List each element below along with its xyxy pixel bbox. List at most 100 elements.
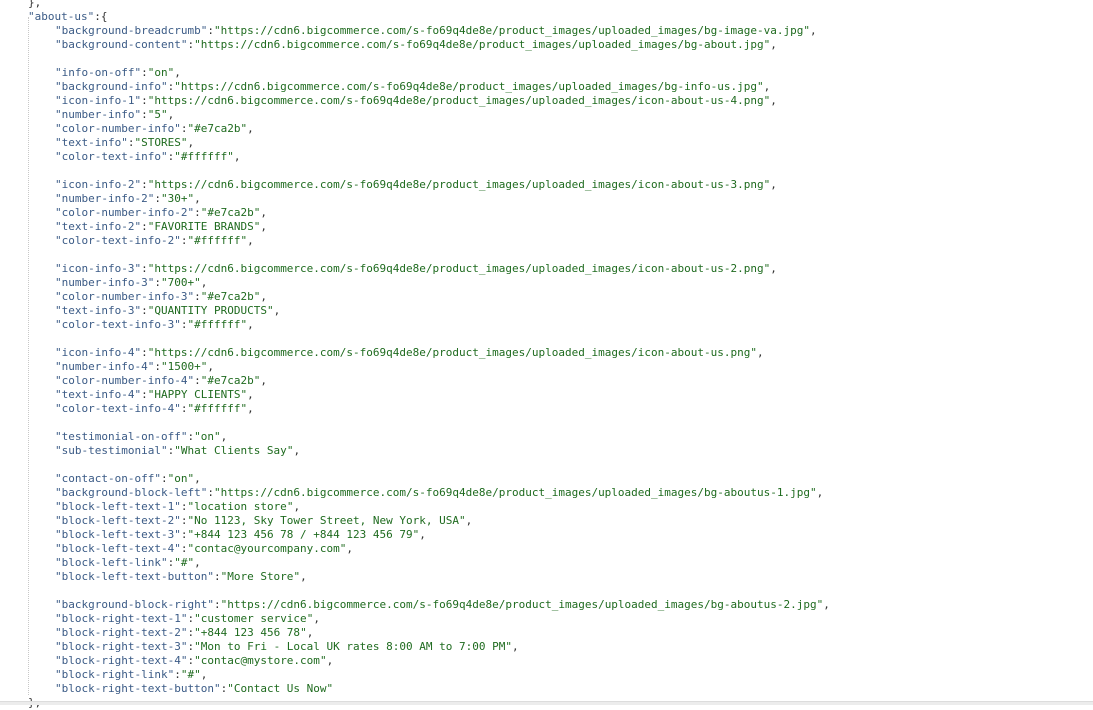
- json-entry-line: "background-block-left":"https://cdn6.bi…: [0, 486, 1093, 500]
- quote: ": [55, 80, 62, 93]
- comma: ,: [823, 598, 830, 611]
- colon: :: [154, 192, 161, 205]
- json-value: #ffffff: [180, 150, 228, 163]
- json-entry-line: "color-text-info-4":"#ffffff",: [0, 402, 1093, 416]
- quote: ": [174, 542, 181, 555]
- quote: ": [55, 122, 62, 135]
- quote: ": [174, 234, 181, 247]
- json-value: on: [200, 430, 214, 443]
- json-key: icon-info-1: [61, 94, 135, 107]
- quote: ": [55, 542, 62, 555]
- json-entry-line: "background-breadcrumb":"https://cdn6.bi…: [0, 24, 1093, 38]
- json-entry-line: "color-text-info":"#ffffff",: [0, 150, 1093, 164]
- json-value: No 1123, Sky Tower Street, New York, USA: [194, 514, 459, 527]
- json-entry-line: "color-text-info-3":"#ffffff",: [0, 318, 1093, 332]
- json-entry-line: "block-right-text-button":"Contact Us No…: [0, 682, 1093, 696]
- quote: ": [459, 514, 466, 527]
- comma: ,: [419, 528, 426, 541]
- json-key: number-info-2: [61, 192, 148, 205]
- json-value: FAVORITE BRANDS: [154, 220, 254, 233]
- json-key: contact-on-off: [61, 472, 155, 485]
- quote: ": [55, 612, 62, 625]
- object-open-line: "about-us":{: [0, 10, 1093, 24]
- colon: :: [213, 598, 221, 611]
- comma: ,: [260, 290, 267, 303]
- comma: ,: [313, 612, 320, 625]
- object-key: "about-us": [28, 10, 95, 23]
- json-entry-line: "block-right-text-2":"+844 123 456 78",: [0, 626, 1093, 640]
- comma: ,: [220, 430, 228, 443]
- colon: :: [194, 374, 201, 387]
- comma: ,: [763, 80, 771, 93]
- quote: ": [55, 556, 62, 569]
- quote: ": [55, 318, 62, 331]
- quote: ": [55, 178, 62, 191]
- json-entry-line: "text-info":"STORES",: [0, 136, 1093, 150]
- json-value: contac@yourcompany.com: [194, 542, 340, 555]
- json-key: background-block-right: [61, 598, 208, 611]
- quote: ": [160, 276, 168, 289]
- json-value: #ffffff: [194, 318, 241, 331]
- json-key: background-breadcrumb: [61, 24, 201, 37]
- quote: ": [194, 640, 201, 653]
- comma: ,: [247, 388, 254, 401]
- quote: ": [803, 24, 810, 37]
- object-key-text: about-us: [34, 10, 88, 23]
- json-key: block-left-link: [61, 556, 161, 569]
- quote: ": [194, 38, 201, 51]
- quote: ": [55, 598, 62, 611]
- json-key: sub-testimonial: [61, 444, 161, 457]
- quote: ": [55, 108, 62, 121]
- json-value: HAPPY CLIENTS: [154, 388, 241, 401]
- json-key: color-text-info-2: [61, 234, 175, 247]
- json-key: color-text-info: [61, 150, 161, 163]
- json-key: color-text-info-4: [61, 402, 175, 415]
- quote: ": [266, 304, 274, 317]
- colon: :: [213, 570, 221, 583]
- json-key: block-right-text-2: [61, 626, 181, 639]
- json-value: https://cdn6.bigcommerce.com/s-fo69q4de8…: [200, 38, 764, 51]
- json-key: block-left-text-2: [61, 514, 175, 527]
- json-key: text-info-2: [61, 220, 135, 233]
- json-entry-line: "sub-testimonial":"What Clients Say",: [0, 444, 1093, 458]
- colon: :: [141, 178, 148, 191]
- colon: :: [141, 346, 148, 359]
- comma: ,: [233, 150, 241, 163]
- quote: ": [194, 668, 201, 681]
- horizontal-scrollbar[interactable]: [0, 701, 1093, 705]
- quote: ": [174, 528, 181, 541]
- colon: :: [141, 220, 148, 233]
- quote: ": [55, 374, 62, 387]
- quote: ": [55, 360, 62, 373]
- json-value: https://cdn6.bigcommerce.com/s-fo69q4de8…: [180, 80, 758, 93]
- punct: :{: [94, 10, 108, 23]
- json-entry-line: "text-info-3":"QUANTITY PRODUCTS",: [0, 304, 1093, 318]
- json-key: text-info-4: [61, 388, 135, 401]
- json-value: https://cdn6.bigcommerce.com/s-fo69q4de8…: [154, 94, 764, 107]
- json-value: contac@mystore.com: [200, 654, 320, 667]
- comma: ,: [194, 556, 201, 569]
- quote: ": [55, 24, 62, 37]
- json-key: info-on-off: [61, 66, 135, 79]
- quote: ": [174, 500, 181, 513]
- quote: ": [160, 80, 168, 93]
- json-entry-line: "background-block-right":"https://cdn6.b…: [0, 598, 1093, 612]
- comma: ,: [770, 262, 777, 275]
- quote: ": [55, 668, 62, 681]
- quote: ": [55, 640, 62, 653]
- quote: ": [55, 276, 62, 289]
- json-entry-line: "block-left-text-button":"More Store",: [0, 570, 1093, 584]
- json-entry-line: "text-info-2":"FAVORITE BRANDS",: [0, 220, 1093, 234]
- quote: ": [160, 108, 168, 121]
- quote: ": [213, 24, 221, 37]
- quote: ": [55, 444, 62, 457]
- quote: ": [55, 304, 62, 317]
- json-value: on: [154, 66, 168, 79]
- quote: ": [174, 556, 181, 569]
- quote: ": [213, 486, 221, 499]
- comma: ,: [247, 402, 254, 415]
- quote: ": [55, 500, 62, 513]
- json-entry-line: "testimonial-on-off":"on",: [0, 430, 1093, 444]
- json-key: number-info-3: [61, 276, 148, 289]
